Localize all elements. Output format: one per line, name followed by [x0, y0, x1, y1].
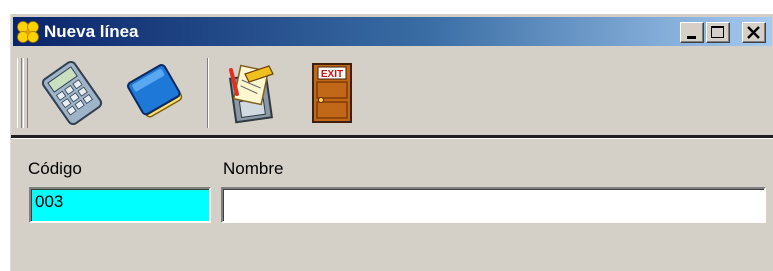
minimize-button[interactable] — [680, 22, 704, 43]
maximize-button[interactable] — [706, 22, 730, 43]
book-icon — [127, 64, 183, 118]
calculator-icon — [41, 60, 103, 126]
close-icon — [747, 26, 760, 39]
nombre-label: Nombre — [223, 159, 284, 178]
toolbar-divider — [11, 135, 773, 139]
save-button[interactable] — [219, 60, 285, 126]
window-title: Nueva línea — [44, 22, 139, 41]
window: Nueva línea EXIT Código Nombre 003 — [10, 14, 773, 271]
nombre-field[interactable] — [221, 187, 766, 223]
clover-icon — [17, 21, 39, 43]
close-button[interactable] — [742, 22, 766, 43]
title-bar[interactable]: Nueva línea — [13, 17, 772, 46]
maximize-icon — [711, 26, 724, 38]
toolbar: EXIT — [13, 48, 772, 136]
toolbar-separator — [207, 58, 209, 128]
exit-door-icon: EXIT — [312, 63, 352, 123]
exit-button[interactable]: EXIT — [299, 60, 365, 126]
calculator-button[interactable] — [39, 60, 105, 126]
minimize-icon — [687, 36, 696, 39]
codigo-field[interactable]: 003 — [29, 187, 211, 223]
save-document-icon — [228, 64, 274, 124]
exit-sign-text: EXIT — [321, 69, 343, 80]
toolbar-grip-2 — [23, 58, 28, 128]
toolbar-grip[interactable] — [17, 58, 22, 128]
book-button[interactable] — [125, 60, 191, 126]
codigo-label: Código — [28, 159, 82, 178]
